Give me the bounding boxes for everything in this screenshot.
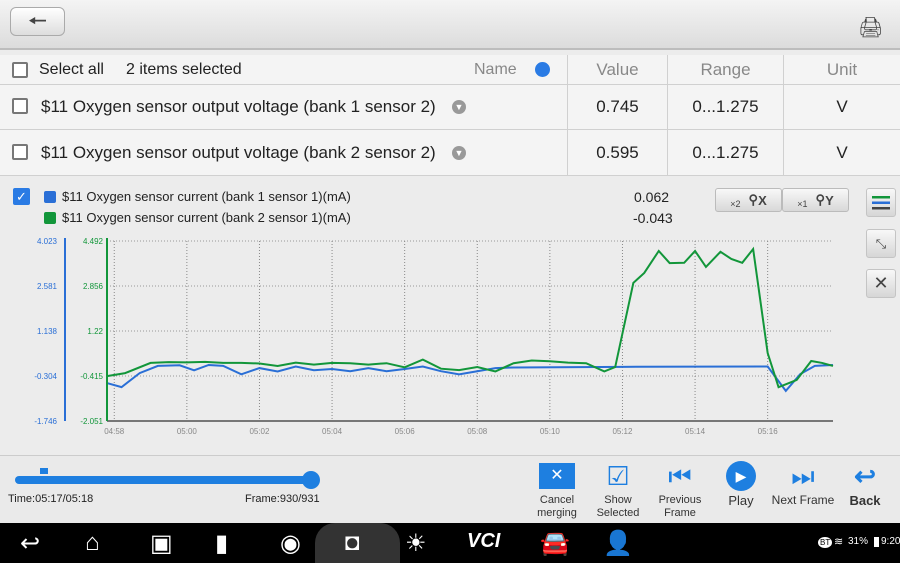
playback-progress[interactable] <box>15 476 312 484</box>
bluetooth-icon: BT <box>818 537 833 548</box>
android-icon[interactable]: ▣ <box>150 529 173 558</box>
x-tick-label: 04:58 <box>104 427 125 436</box>
show-selected-icon: ☑ <box>606 460 630 491</box>
row-range: 0...1.275 <box>667 85 783 129</box>
legend-value: -0.043 <box>633 210 673 226</box>
cancel-merging-button[interactable]: ✕ Cancel merging <box>522 460 592 520</box>
column-name-header[interactable]: Name <box>474 61 517 79</box>
table-row[interactable]: $11 Oxygen sensor output voltage (bank 2… <box>0 130 900 176</box>
screen-brightness-icon[interactable]: ☀ <box>405 529 427 558</box>
next-frame-button[interactable]: ⏭ Next Frame <box>768 460 838 507</box>
y-tick-label: 1.22 <box>87 327 103 336</box>
row-value: 0.595 <box>567 130 667 175</box>
y-tick-label: -2.051 <box>80 417 103 426</box>
show-selected-button[interactable]: ☑ Show Selected <box>583 460 653 520</box>
row-value: 0.745 <box>567 85 667 129</box>
y-tick-label: -1.746 <box>34 417 57 426</box>
previous-frame-button[interactable]: ⏮ Previous Frame <box>645 460 715 520</box>
next-frame-icon: ⏭ <box>791 460 815 491</box>
battery-icon <box>874 537 879 547</box>
legend-label: $11 Oxygen sensor current (bank 1 sensor… <box>62 189 351 204</box>
row-unit: V <box>783 130 900 175</box>
x-tick-label: 05:02 <box>249 427 270 436</box>
select-all-checkbox[interactable] <box>12 62 28 78</box>
graph-checkbox[interactable]: ✓ <box>13 188 30 205</box>
x-tick-label: 05:04 <box>322 427 343 436</box>
column-unit-header: Unit <box>783 55 900 84</box>
camera-button[interactable]: ◘ <box>315 523 400 563</box>
play-button[interactable]: ▶ Play <box>706 460 776 507</box>
clock: 9:20 <box>881 536 900 547</box>
back-icon[interactable]: ↩ <box>20 529 40 558</box>
y-tick-label: 4.492 <box>83 237 104 246</box>
fullscreen-icon[interactable]: ⤡ <box>866 229 896 258</box>
legend-label: $11 Oxygen sensor current (bank 2 sensor… <box>62 210 351 225</box>
selected-count: 2 items selected <box>126 61 242 78</box>
row-checkbox[interactable] <box>12 144 28 160</box>
column-value-header: Value <box>567 55 667 84</box>
browser-icon[interactable]: ◉ <box>280 529 301 558</box>
line-chart: 04:58 05:00 05:02 05:04 05:06 05:08 05:10 05:12… <box>34 237 834 436</box>
legend-item: $11 Oxygen sensor current (bank 2 sensor… <box>44 210 351 225</box>
x-tick-label: 05:10 <box>540 427 561 436</box>
y-tick-label: 4.023 <box>37 237 58 246</box>
printer-icon[interactable]: 🖨 <box>858 15 883 40</box>
back-button[interactable]: ↩ Back <box>830 460 900 508</box>
table-row[interactable]: $11 Oxygen sensor output voltage (bank 1… <box>0 85 900 130</box>
select-all-label: Select all <box>39 61 104 78</box>
legend-value: 0.062 <box>634 189 670 205</box>
vci-icon[interactable]: VCI <box>467 530 500 553</box>
recent-apps-icon[interactable]: ▮ <box>215 529 228 558</box>
y-tick-label: 2.581 <box>37 282 58 291</box>
progress-thumb[interactable] <box>302 471 320 489</box>
android-nav-bar: ↩ ⌂ ▣ ▮ ◉ ◘ ☀ VCI 🚘 👤 BT ≋ 31% 9:20 <box>0 523 900 563</box>
play-icon: ▶ <box>706 460 776 492</box>
time-label: Time:05:17/05:18 <box>8 493 94 505</box>
back-icon: ↩ <box>854 460 876 491</box>
technician-icon[interactable]: 👤 <box>603 529 633 558</box>
row-unit: V <box>783 85 900 129</box>
x-tick-label: 05:08 <box>467 427 488 436</box>
row-checkbox[interactable] <box>12 98 28 114</box>
row-name: $11 Oxygen sensor output voltage (bank 2… <box>41 143 436 162</box>
row-name: $11 Oxygen sensor output voltage (bank 1… <box>41 97 436 116</box>
cancel-merge-icon: ✕ <box>522 460 592 492</box>
column-range-header: Range <box>667 55 783 84</box>
close-icon[interactable]: ✕ <box>866 269 896 298</box>
legend-swatch <box>44 211 56 224</box>
x-tick-label: 05:00 <box>177 427 198 436</box>
legend-menu-icon[interactable] <box>866 188 896 217</box>
table-header: Select all 2 items selected Name Value R… <box>0 55 900 85</box>
x-tick-label: 05:16 <box>758 427 779 436</box>
row-range: 0...1.275 <box>667 130 783 175</box>
home-icon[interactable]: ⌂ <box>85 529 100 557</box>
zoom-y-button[interactable]: ×1 ⚲ Y <box>782 188 849 212</box>
x-tick-label: 05:14 <box>685 427 706 436</box>
y-tick-label: -0.415 <box>80 372 103 381</box>
chevron-down-icon[interactable]: ▼ <box>452 100 466 114</box>
back-arrow-icon[interactable]: 🠔 <box>10 7 65 36</box>
zoom-in-icon: ⚲ <box>815 192 826 207</box>
y-tick-label: -0.304 <box>34 372 57 381</box>
sort-icon[interactable] <box>535 62 550 77</box>
camera-icon: ◘ <box>345 529 360 556</box>
chevron-down-icon[interactable]: ▼ <box>452 146 466 160</box>
legend-swatch <box>44 190 56 203</box>
x-tick-label: 05:06 <box>395 427 416 436</box>
zoom-in-icon: ⚲ <box>748 192 759 207</box>
legend-item: $11 Oxygen sensor current (bank 1 sensor… <box>44 189 351 204</box>
wifi-icon: ≋ <box>834 536 844 548</box>
y-tick-label: 1.138 <box>37 327 58 336</box>
previous-frame-icon: ⏮ <box>668 460 692 491</box>
top-bar: 🠔 🖨 <box>0 0 900 50</box>
car-icon[interactable]: 🚘 <box>540 529 570 558</box>
frame-label: Frame:930/931 <box>245 493 320 505</box>
x-tick-label: 05:12 <box>612 427 633 436</box>
video-marker-icon <box>40 468 48 474</box>
y-tick-label: 2.856 <box>83 282 104 291</box>
zoom-x-button[interactable]: ×2 ⚲ X <box>715 188 782 212</box>
battery-percent: 31% <box>848 536 869 547</box>
